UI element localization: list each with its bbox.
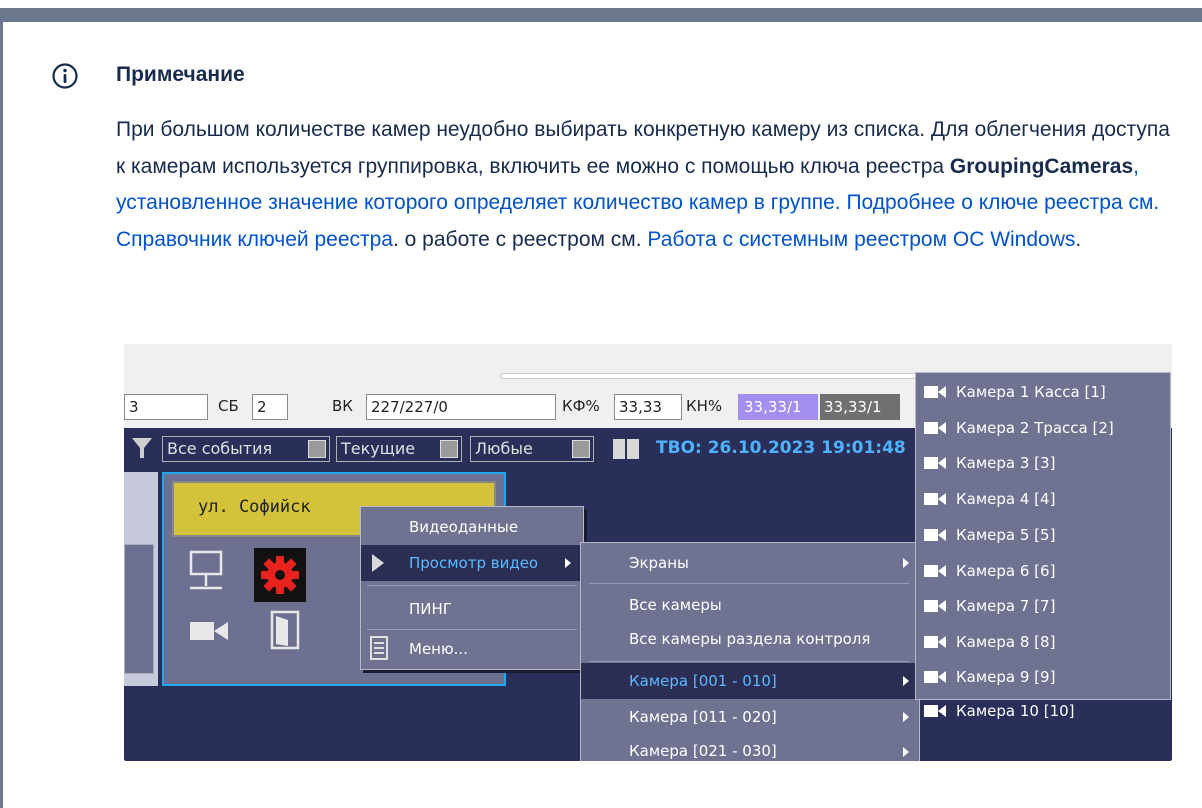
all-events-checkbox[interactable]: [308, 440, 326, 458]
settings-button[interactable]: [254, 548, 306, 602]
panel-top-border: [0, 8, 1202, 22]
camera-label: Камера 1 Касса [1]: [956, 383, 1106, 401]
camera-icon: [924, 422, 946, 434]
camera-icon: [924, 565, 946, 577]
menu-item-video-data[interactable]: Видеоданные: [409, 509, 518, 545]
camera-label: Камера 8 [8]: [956, 633, 1056, 651]
panel-left-border: [0, 8, 3, 808]
menu-separator: [367, 585, 577, 586]
current-checkbox[interactable]: [440, 440, 458, 458]
camera-label: Камера 10 [10]: [956, 702, 1075, 720]
menu-item-view-video[interactable]: Просмотр видео: [361, 545, 583, 581]
tvo-timestamp: ТВО: 26.10.2023 19:01:48: [656, 438, 906, 458]
registry-key: GroupingCameras: [949, 154, 1134, 178]
menu-separator: [367, 629, 577, 630]
camera-icon: [924, 457, 946, 469]
camera-icon[interactable]: [188, 616, 230, 646]
camera-item[interactable]: Камера 8 [8]: [916, 624, 1170, 660]
sb-label: СБ: [218, 397, 239, 415]
kf-label: КФ%: [562, 397, 600, 415]
any-checkbox[interactable]: [572, 440, 590, 458]
info-icon: [52, 63, 78, 89]
camera-item[interactable]: Камера 2 Трасса [2]: [916, 410, 1170, 446]
camera-icon: [924, 493, 946, 505]
group-1-arrow-icon: [903, 676, 909, 686]
status-field-first: 3: [124, 394, 208, 420]
network-icon[interactable]: [186, 550, 226, 600]
camera-label: Камера 2 Трасса [2]: [956, 419, 1114, 437]
context-menu: Видеоданные Просмотр видео ПИНГ Меню...: [360, 506, 584, 670]
camera-icon: [924, 636, 946, 648]
camera-label: Камера 5 [5]: [956, 526, 1056, 544]
camera-item[interactable]: Камера 7 [7]: [916, 588, 1170, 624]
view-video-submenu: Экраны Все камеры Все камеры раздела кон…: [580, 542, 920, 761]
submenu-arrow-icon: [565, 558, 571, 568]
submenu-item-camera-group-3[interactable]: Камера [021 - 030]: [629, 733, 777, 761]
camera-label: Камера 6 [6]: [956, 562, 1056, 580]
camera-item[interactable]: Камера 5 [5]: [916, 517, 1170, 553]
submenu-separator: [589, 661, 909, 662]
kn-value-highlight: 33,33/1: [738, 394, 818, 420]
camera-item[interactable]: Камера 9 [9]: [916, 659, 1170, 695]
camera-icon: [924, 529, 946, 541]
filter-all-events[interactable]: Все события: [162, 436, 330, 462]
kn-label: КН%: [686, 397, 723, 415]
scrollbar: [500, 373, 920, 379]
camera-icon: [924, 671, 946, 683]
submenu-separator: [589, 583, 909, 584]
filter-icon[interactable]: [130, 436, 154, 462]
note-panel: Примечание При большом количестве камер …: [0, 0, 1202, 808]
menu-item-menu[interactable]: Меню...: [409, 631, 468, 667]
note-title: Примечание: [116, 63, 245, 86]
play-icon: [372, 554, 384, 572]
camera-icon: [924, 386, 946, 398]
camera-icon: [924, 600, 946, 612]
link-registry-reference[interactable]: Справочник ключей реестра: [116, 228, 393, 251]
camera-icon: [924, 705, 946, 717]
submenu-item-all-cameras[interactable]: Все камеры: [629, 587, 722, 623]
group-3-arrow-icon: [903, 747, 909, 757]
submenu-item-camera-group-2[interactable]: Камера [011 - 020]: [629, 699, 777, 735]
group-2-arrow-icon: [903, 712, 909, 722]
camera-item[interactable]: Камера 4 [4]: [916, 481, 1170, 517]
vk-field: 227/227/0: [366, 394, 556, 420]
link-system-registry[interactable]: Работа с системным реестром ОС Windows: [647, 228, 1075, 251]
camera-item[interactable]: Камера 1 Касса [1]: [916, 374, 1170, 410]
vk-label: ВК: [332, 397, 353, 415]
camera-item[interactable]: Камера 10 [10]: [916, 693, 1170, 729]
camera-list-submenu: Камера 1 Касса [1] Камера 2 Трасса [2] К…: [915, 372, 1171, 720]
note-text-4: .: [1075, 227, 1082, 251]
embedded-screenshot: 3 СБ 2 ВК 227/227/0 КФ% 33,33 КН% 33,33/…: [124, 344, 1172, 761]
menu-item-ping[interactable]: ПИНГ: [409, 591, 452, 627]
kf-field: 33,33: [614, 394, 682, 420]
note-text-3: . о работе с реестром см.: [393, 227, 648, 251]
submenu-item-all-cameras-section[interactable]: Все камеры раздела контроля: [629, 621, 870, 657]
note-body: При большом количестве камер неудобно вы…: [116, 112, 1176, 258]
submenu-item-camera-group-1[interactable]: Камера [001 - 010]: [581, 663, 919, 699]
screens-arrow-icon: [903, 558, 909, 568]
camera-item[interactable]: Камера 3 [3]: [916, 445, 1170, 481]
left-panel-inner: [124, 544, 154, 674]
sb-field: 2: [252, 394, 288, 420]
camera-label: Камера 7 [7]: [956, 597, 1056, 615]
submenu-item-screens[interactable]: Экраны: [629, 545, 689, 581]
camera-label: Камера 3 [3]: [956, 454, 1056, 472]
kn-value-gray: 33,33/1: [820, 394, 900, 420]
camera-label: Камера 4 [4]: [956, 490, 1056, 508]
book-icon[interactable]: [612, 438, 640, 460]
camera-item[interactable]: Камера 6 [6]: [916, 553, 1170, 589]
menu-list-icon: [370, 636, 388, 660]
gear-icon: [261, 556, 299, 594]
camera-label: Камера 9 [9]: [956, 668, 1056, 686]
door-icon[interactable]: [270, 610, 300, 650]
